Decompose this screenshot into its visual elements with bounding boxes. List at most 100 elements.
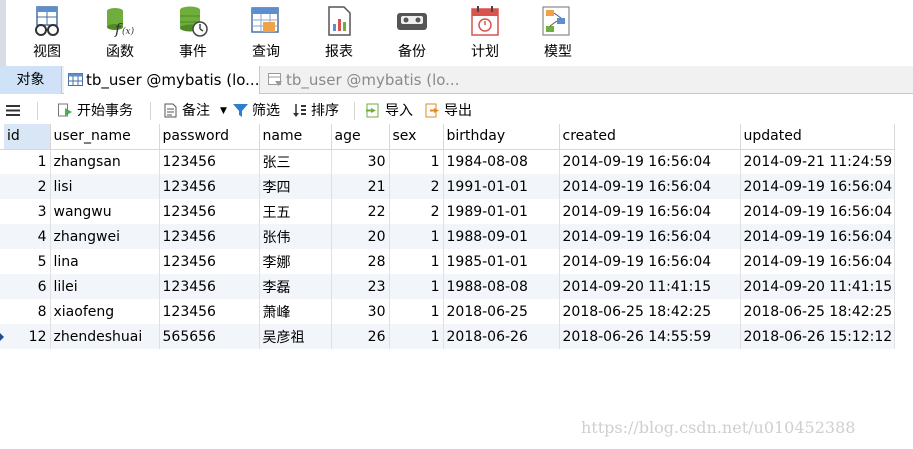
memo-dropdown-icon[interactable]: ▼	[220, 98, 227, 124]
cell-user-name[interactable]: wangwu	[50, 199, 160, 224]
cell-password[interactable]: 123456	[159, 274, 260, 299]
column-header-user-name[interactable]: user_name	[50, 124, 160, 150]
cell-age[interactable]: 30	[331, 299, 390, 324]
cell-birthday[interactable]: 2018-06-26	[443, 324, 560, 349]
cell-updated[interactable]: 2014-09-20 11:41:15	[740, 274, 896, 299]
row-indicator[interactable]	[0, 274, 4, 299]
cell-age[interactable]: 21	[331, 174, 390, 199]
row-indicator[interactable]	[0, 324, 4, 349]
cell-updated[interactable]: 2014-09-19 16:56:04	[740, 199, 896, 224]
cell-birthday[interactable]: 1988-08-08	[443, 274, 560, 299]
cell-id[interactable]: 12	[4, 324, 51, 349]
table-row[interactable]: 3 wangwu 123456 王五 22 2 1989-01-01 2014-09-19 1…	[0, 199, 896, 224]
column-header-updated[interactable]: updated	[740, 124, 896, 150]
query-button[interactable]: 查询	[231, 0, 301, 66]
cell-id[interactable]: 4	[4, 224, 51, 249]
cell-updated[interactable]: 2014-09-19 16:56:04	[740, 174, 896, 199]
row-indicator[interactable]	[0, 199, 4, 224]
cell-password[interactable]: 123456	[159, 224, 260, 249]
cell-sex[interactable]: 2	[389, 199, 444, 224]
cell-id[interactable]: 8	[4, 299, 51, 324]
cell-id[interactable]: 5	[4, 249, 51, 274]
cell-password[interactable]: 565656	[159, 324, 260, 349]
cell-sex[interactable]: 1	[389, 149, 444, 174]
cell-name[interactable]: 张三	[259, 149, 332, 174]
cell-user-name[interactable]: zhangwei	[50, 224, 160, 249]
cell-created[interactable]: 2018-06-25 18:42:25	[559, 299, 741, 324]
report-button[interactable]: 报表	[304, 0, 374, 66]
cell-password[interactable]: 123456	[159, 149, 260, 174]
column-header-age[interactable]: age	[331, 124, 390, 150]
memo-button[interactable]: 备注 ▼	[163, 98, 229, 124]
row-indicator[interactable]	[0, 174, 4, 199]
cell-birthday[interactable]: 2018-06-25	[443, 299, 560, 324]
cell-created[interactable]: 2014-09-20 11:41:15	[559, 274, 741, 299]
cell-name[interactable]: 张伟	[259, 224, 332, 249]
cell-user-name[interactable]: lilei	[50, 274, 160, 299]
cell-id[interactable]: 6	[4, 274, 51, 299]
cell-created[interactable]: 2014-09-19 16:56:04	[559, 249, 741, 274]
tab-tb-user-active[interactable]: tb_user @mybatis (lo...	[64, 66, 260, 94]
function-button[interactable]: f (x) 函数	[85, 0, 155, 66]
cell-birthday[interactable]: 1988-09-01	[443, 224, 560, 249]
cell-age[interactable]: 30	[331, 149, 390, 174]
cell-sex[interactable]: 1	[389, 249, 444, 274]
cell-updated[interactable]: 2014-09-19 16:56:04	[740, 224, 896, 249]
column-header-created[interactable]: created	[559, 124, 741, 150]
cell-created[interactable]: 2014-09-19 16:56:04	[559, 149, 741, 174]
cell-age[interactable]: 26	[331, 324, 390, 349]
table-row[interactable]: 2 lisi 123456 李四 21 2 1991-01-01 2014-09-19 16:…	[0, 174, 896, 199]
table-row[interactable]: 8 xiaofeng 123456 萧峰 30 1 2018-06-25 2018-06-25…	[0, 299, 896, 324]
cell-name[interactable]: 李娜	[259, 249, 332, 274]
cell-password[interactable]: 123456	[159, 174, 260, 199]
row-indicator[interactable]	[0, 249, 4, 274]
cell-created[interactable]: 2014-09-19 16:56:04	[559, 174, 741, 199]
cell-name[interactable]: 萧峰	[259, 299, 332, 324]
cell-sex[interactable]: 1	[389, 299, 444, 324]
cell-birthday[interactable]: 1991-01-01	[443, 174, 560, 199]
export-button[interactable]: 导出	[425, 98, 477, 124]
cell-sex[interactable]: 2	[389, 174, 444, 199]
cell-user-name[interactable]: lisi	[50, 174, 160, 199]
cell-age[interactable]: 23	[331, 274, 390, 299]
cell-password[interactable]: 123456	[159, 249, 260, 274]
cell-birthday[interactable]: 1984-08-08	[443, 149, 560, 174]
cell-age[interactable]: 20	[331, 224, 390, 249]
view-button[interactable]: 视图	[12, 0, 82, 66]
cell-id[interactable]: 3	[4, 199, 51, 224]
table-row[interactable]: 4 zhangwei 123456 张伟 20 1 1988-09-01 2014-09-19…	[0, 224, 896, 249]
cell-sex[interactable]: 1	[389, 324, 444, 349]
cell-age[interactable]: 22	[331, 199, 390, 224]
cell-name[interactable]: 吴彦祖	[259, 324, 332, 349]
cell-name[interactable]: 王五	[259, 199, 332, 224]
cell-sex[interactable]: 1	[389, 224, 444, 249]
cell-user-name[interactable]: zhangsan	[50, 149, 160, 174]
cell-age[interactable]: 28	[331, 249, 390, 274]
cell-sex[interactable]: 1	[389, 274, 444, 299]
tab-tb-user-query[interactable]: tb_user @mybatis (lo...	[264, 66, 524, 94]
cell-updated[interactable]: 2018-06-26 15:12:12	[740, 324, 896, 349]
table-row[interactable]: 12 zhendeshuai 565656 吴彦祖 26 1 2018-06-26 2018-…	[0, 324, 896, 349]
tab-objects[interactable]: 对象	[0, 66, 62, 94]
cell-user-name[interactable]: zhendeshuai	[50, 324, 160, 349]
row-indicator[interactable]	[0, 224, 4, 249]
cell-id[interactable]: 1	[4, 149, 51, 174]
schedule-button[interactable]: 计划	[450, 0, 520, 66]
cell-created[interactable]: 2018-06-26 14:55:59	[559, 324, 741, 349]
cell-user-name[interactable]: lina	[50, 249, 160, 274]
backup-button[interactable]: 备份	[377, 0, 447, 66]
cell-password[interactable]: 123456	[159, 199, 260, 224]
row-indicator[interactable]	[0, 149, 4, 174]
filter-button[interactable]: 筛选	[233, 98, 285, 124]
cell-birthday[interactable]: 1989-01-01	[443, 199, 560, 224]
column-header-name[interactable]: name	[259, 124, 332, 150]
column-header-id[interactable]: id	[4, 124, 51, 150]
cell-password[interactable]: 123456	[159, 299, 260, 324]
menu-button[interactable]	[6, 98, 22, 124]
event-button[interactable]: 事件	[158, 0, 228, 66]
cell-updated[interactable]: 2014-09-21 11:24:59	[740, 149, 896, 174]
column-header-birthday[interactable]: birthday	[443, 124, 560, 150]
cell-name[interactable]: 李磊	[259, 274, 332, 299]
cell-created[interactable]: 2014-09-19 16:56:04	[559, 224, 741, 249]
cell-updated[interactable]: 2014-09-19 16:56:04	[740, 249, 896, 274]
